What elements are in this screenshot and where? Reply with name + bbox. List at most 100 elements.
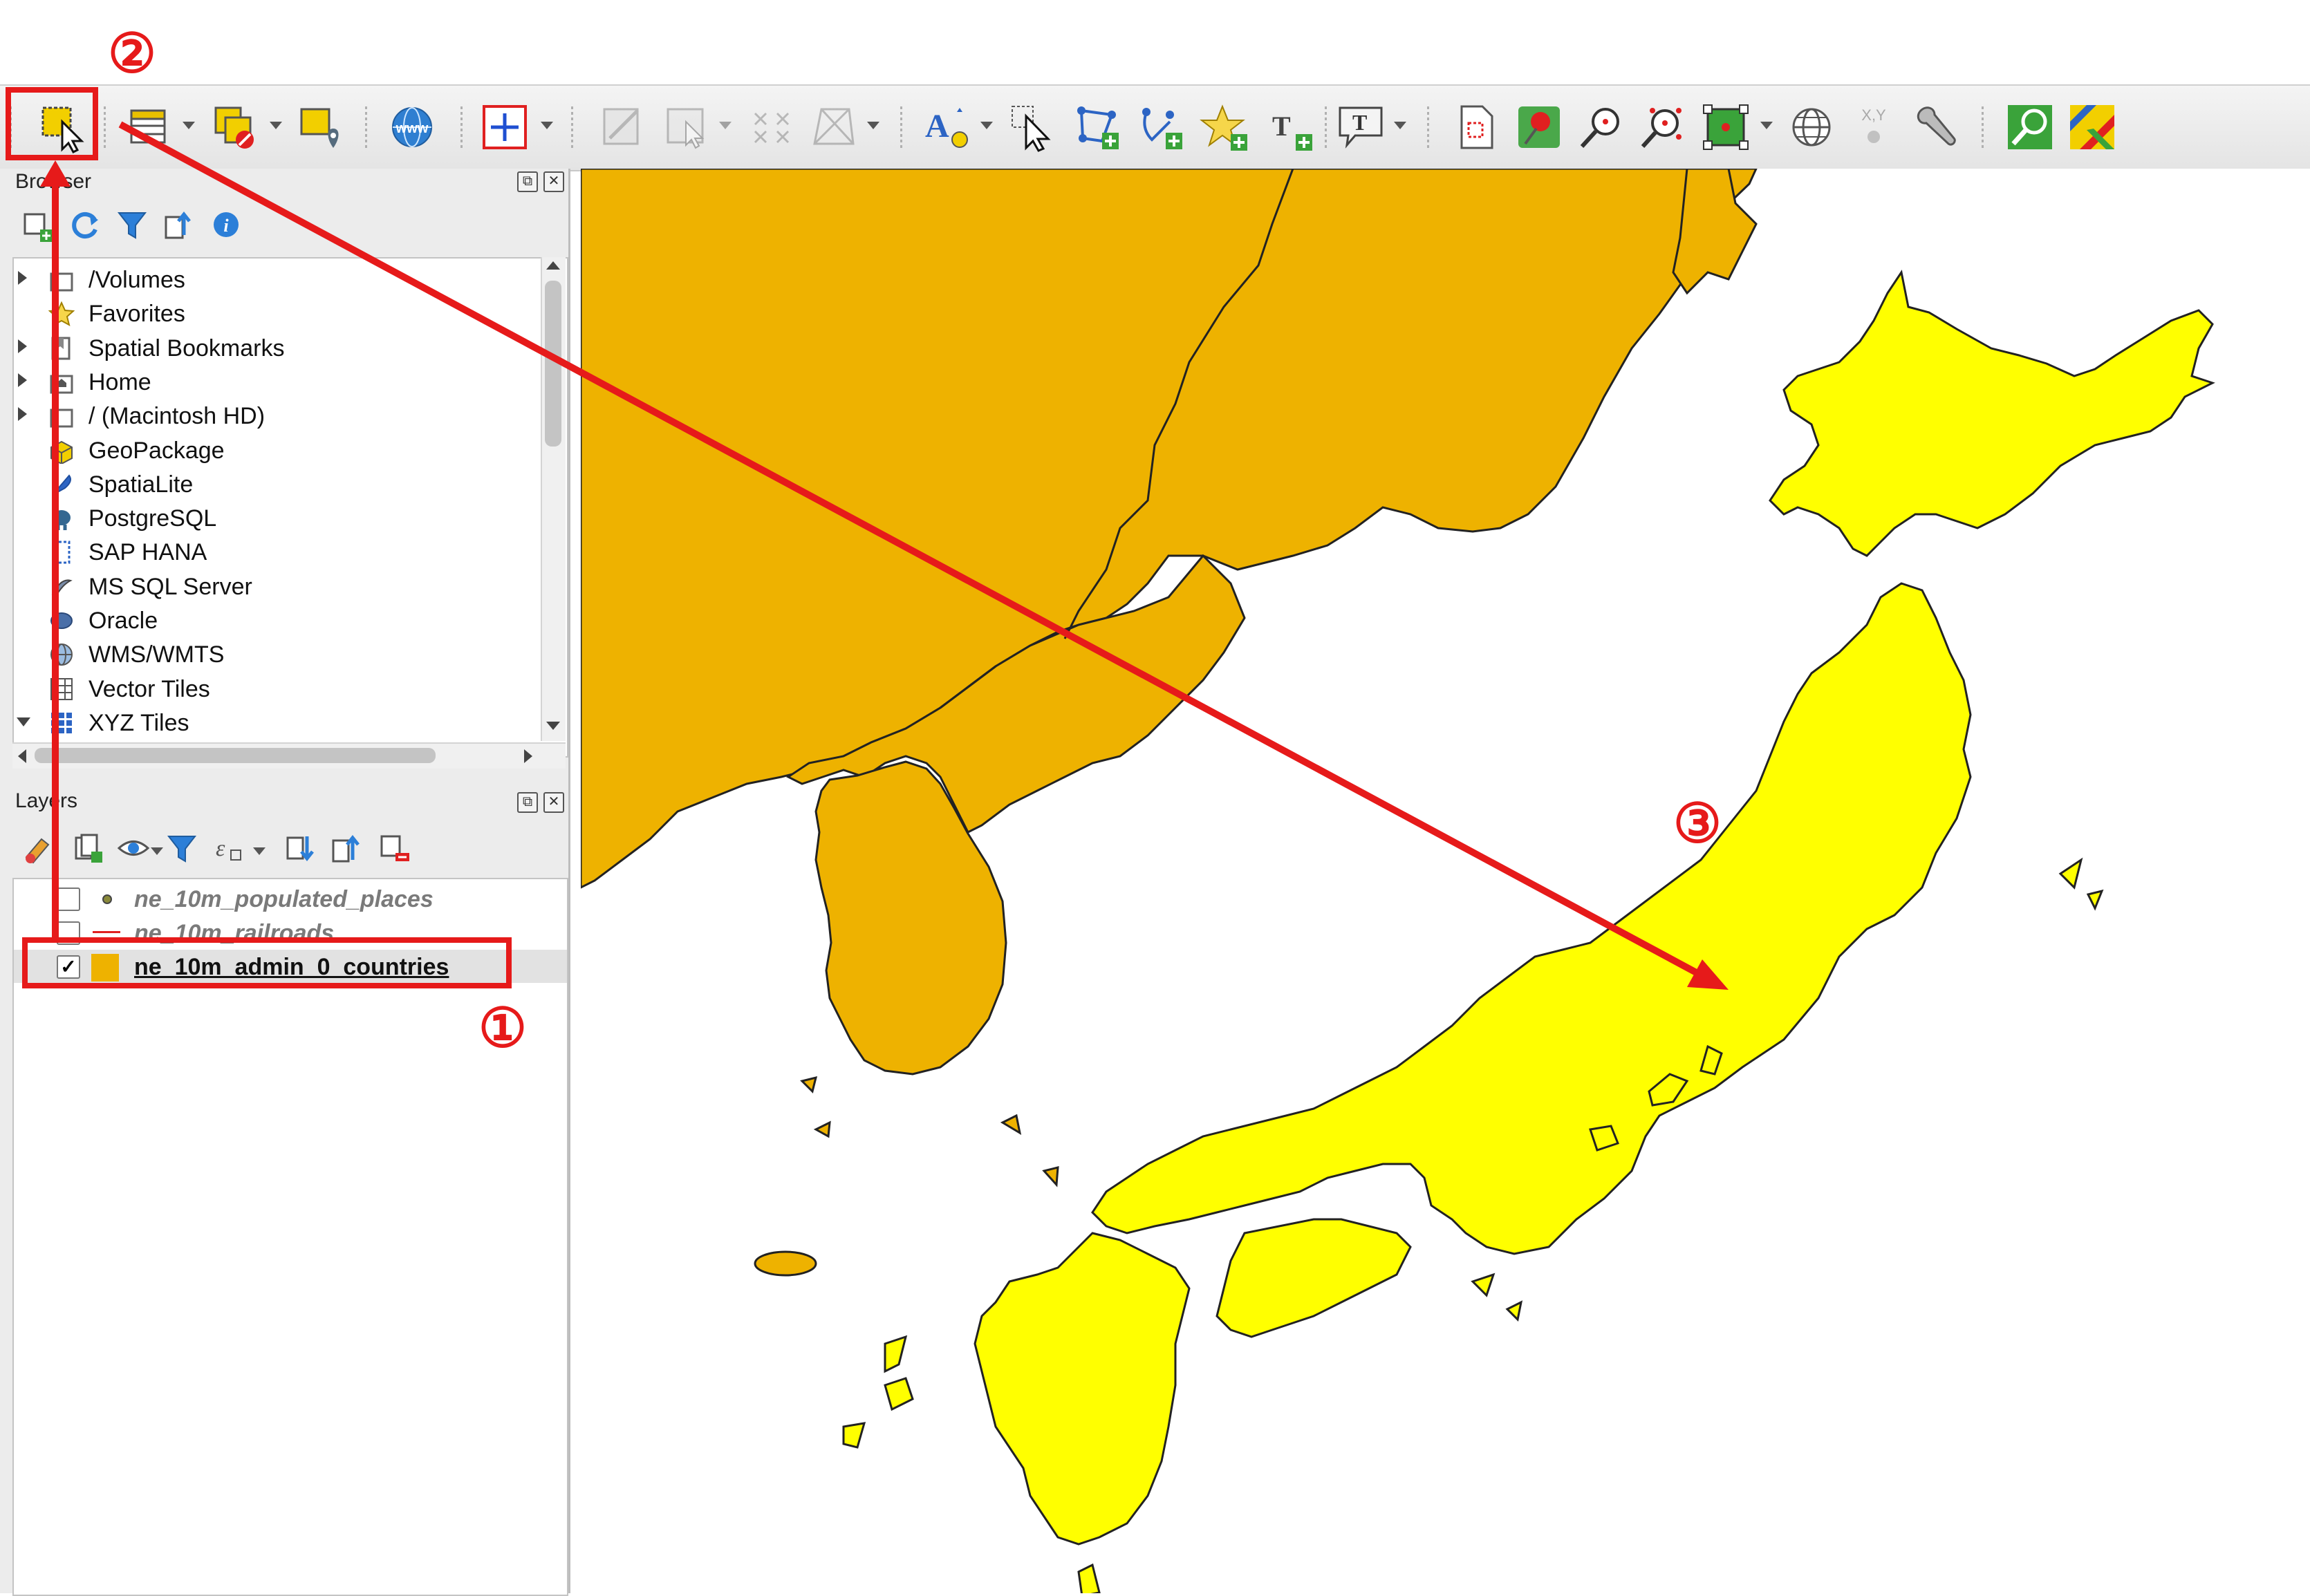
pin-button[interactable] <box>1513 101 1565 153</box>
japan-shikoku[interactable] <box>1215 1218 1412 1338</box>
browser-item[interactable]: XYZ Tiles <box>14 706 539 739</box>
add-line-button[interactable] <box>1135 101 1188 153</box>
jeju-island[interactable] <box>754 1250 817 1277</box>
japan-hokkaido[interactable] <box>1769 270 2215 557</box>
collapse-all-layers-icon[interactable] <box>329 831 364 865</box>
korea-island[interactable] <box>1000 1114 1022 1136</box>
filter-icon[interactable] <box>115 207 149 242</box>
locator-button[interactable] <box>2004 101 2056 153</box>
browser-item[interactable]: GeoPackage <box>14 433 539 467</box>
dropdown-arrow-icon[interactable] <box>719 122 732 129</box>
deselect-features-button[interactable] <box>209 101 261 153</box>
layer-visibility-checkbox[interactable] <box>57 888 80 911</box>
layer-row[interactable]: ✓ ne_10m_admin_0_countries <box>14 950 567 983</box>
annotation-button[interactable]: T <box>1334 101 1387 153</box>
attribute-table-button[interactable] <box>123 101 176 153</box>
browser-tree[interactable]: /Volumes Favorites Spatial Bookmarks Home / … <box>12 257 568 758</box>
reshape-button[interactable] <box>745 101 798 153</box>
japan-island[interactable] <box>884 1377 914 1411</box>
layer-visibility-checkbox[interactable]: ✓ <box>57 955 80 979</box>
info-icon[interactable]: i <box>209 207 243 242</box>
expand-right-arrow-icon[interactable] <box>18 271 27 285</box>
layer-row[interactable]: ne_10m_railroads <box>14 916 567 949</box>
japan-island[interactable] <box>884 1335 908 1373</box>
korea-island[interactable] <box>800 1076 818 1093</box>
expand-right-arrow-icon[interactable] <box>18 339 27 353</box>
close-panel-icon[interactable]: ✕ <box>543 792 564 813</box>
digitize-button[interactable] <box>596 101 649 153</box>
layer-visibility-checkbox[interactable] <box>57 921 80 945</box>
wms-button[interactable]: www <box>386 101 438 153</box>
layer-row[interactable]: ne_10m_populated_places <box>14 882 567 915</box>
visibility-eye-icon[interactable] <box>116 831 151 865</box>
scroll-down-icon[interactable] <box>546 722 560 730</box>
remove-layer-icon[interactable] <box>378 831 412 865</box>
korea-island[interactable] <box>813 1120 831 1138</box>
scroll-thumb[interactable] <box>35 748 436 763</box>
add-group-icon[interactable] <box>71 831 105 865</box>
japan-island[interactable] <box>2086 889 2104 911</box>
dropdown-arrow-icon[interactable] <box>151 847 163 855</box>
text-annotation-button[interactable]: T <box>1264 101 1316 153</box>
add-layer-icon[interactable] <box>21 209 55 243</box>
close-panel-icon[interactable]: ✕ <box>543 171 564 192</box>
split-button[interactable] <box>808 101 860 153</box>
browser-item[interactable]: Oracle <box>14 603 539 637</box>
scroll-left-icon[interactable] <box>18 749 26 763</box>
add-point-button[interactable] <box>1199 101 1251 153</box>
refresh-icon[interactable] <box>68 207 102 242</box>
dropdown-arrow-icon[interactable] <box>1760 122 1773 129</box>
vertex-tool-button[interactable] <box>661 101 714 153</box>
dropdown-arrow-icon[interactable] <box>270 122 282 129</box>
browser-item[interactable]: /Volumes <box>14 263 539 296</box>
zoom-in-button[interactable] <box>1575 101 1628 153</box>
filter-legend-icon[interactable] <box>165 831 199 865</box>
map-canvas[interactable] <box>581 169 2310 1593</box>
japan-island[interactable] <box>1471 1273 1496 1297</box>
browser-item[interactable]: WMS/WMTS <box>14 637 539 670</box>
expand-right-arrow-icon[interactable] <box>18 373 27 387</box>
globe-button[interactable] <box>1785 101 1838 153</box>
scroll-up-icon[interactable] <box>546 261 560 270</box>
expand-down-arrow-icon[interactable] <box>17 717 30 726</box>
browser-vertical-scrollbar[interactable] <box>541 257 566 741</box>
browser-item[interactable]: Vector Tiles <box>14 672 539 705</box>
expression-filter-icon[interactable]: ε <box>212 831 246 865</box>
japan-kyushu[interactable] <box>974 1232 1191 1546</box>
zoom-extent-button[interactable] <box>1699 101 1752 153</box>
browser-item[interactable]: MS SQL Server <box>14 570 539 603</box>
new-layout-button[interactable] <box>1451 101 1503 153</box>
japan-island[interactable] <box>2058 857 2083 890</box>
dropdown-arrow-icon[interactable] <box>867 122 879 129</box>
dropdown-arrow-icon[interactable] <box>183 122 195 129</box>
map-style-button[interactable] <box>2066 101 2118 153</box>
japan-island[interactable] <box>1077 1563 1101 1593</box>
add-polygon-button[interactable] <box>1072 101 1124 153</box>
scroll-thumb[interactable] <box>545 281 561 447</box>
expand-all-icon[interactable] <box>283 831 318 865</box>
add-feature-button[interactable] <box>478 101 531 153</box>
scroll-right-icon[interactable] <box>524 749 532 763</box>
browser-item[interactable]: PostgreSQL <box>14 501 539 534</box>
korea-island[interactable] <box>1042 1166 1059 1187</box>
browser-item[interactable]: / (Macintosh HD) <box>14 399 539 432</box>
dropdown-arrow-icon[interactable] <box>980 122 993 129</box>
label-tool-button[interactable]: A <box>921 101 974 153</box>
select-by-location-button[interactable] <box>295 101 347 153</box>
dropdown-arrow-icon[interactable] <box>1394 122 1406 129</box>
japan-honshu[interactable] <box>1091 582 1972 1255</box>
browser-item[interactable]: Spatial Bookmarks <box>14 331 539 364</box>
layers-tree[interactable]: ne_10m_populated_places ne_10m_railroads ✓… <box>12 878 568 1596</box>
wrench-button[interactable] <box>1911 101 1964 153</box>
browser-item[interactable]: SAP HANA <box>14 535 539 568</box>
japan-island[interactable] <box>1505 1300 1523 1322</box>
style-layer-icon[interactable] <box>21 831 55 865</box>
float-panel-icon[interactable]: ⧉ <box>517 171 538 192</box>
dropdown-arrow-icon[interactable] <box>541 122 553 129</box>
browser-item[interactable]: Home <box>14 365 539 398</box>
collapse-all-icon[interactable] <box>162 207 196 242</box>
xy-coordinate-button[interactable]: X,Y <box>1847 101 1900 153</box>
select-features-button[interactable] <box>36 101 89 153</box>
pointer-button[interactable] <box>1007 101 1059 153</box>
float-panel-icon[interactable]: ⧉ <box>517 792 538 813</box>
